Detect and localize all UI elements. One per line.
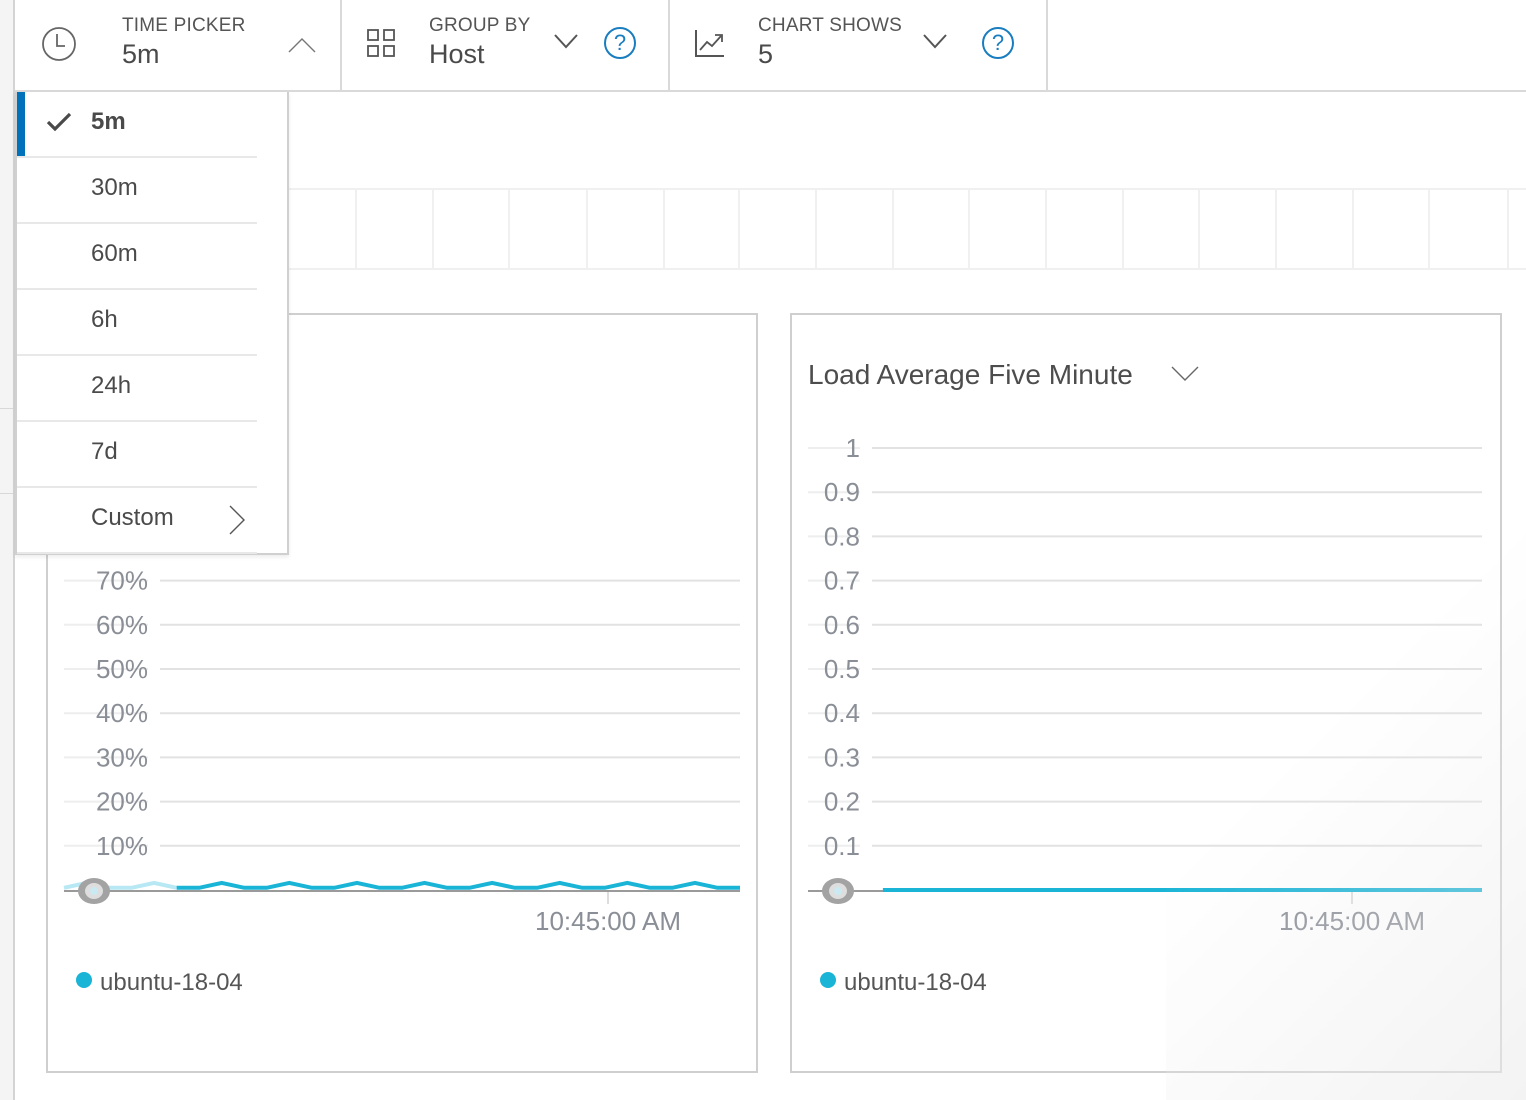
- x-tick-label: 10:45:00 AM: [535, 906, 681, 936]
- chevron-right-icon: [229, 505, 245, 535]
- group-by-label: GROUP BY: [429, 15, 531, 36]
- chevron-down-icon[interactable]: [553, 32, 579, 50]
- time-option-5m[interactable]: 5m: [17, 92, 257, 158]
- group-by-control[interactable]: GROUP BY Host ?: [342, 0, 670, 90]
- y-tick-label: 0.8: [824, 521, 860, 551]
- chart-shows-label: CHART SHOWS: [758, 15, 903, 36]
- time-option-7d[interactable]: 7d: [17, 422, 257, 488]
- legend-item[interactable]: ubuntu-18-04: [76, 969, 243, 997]
- y-tick-label: 60%: [96, 610, 148, 640]
- band-column-divider: [1428, 190, 1430, 268]
- chart-shows-value: 5: [758, 39, 774, 69]
- range-handle[interactable]: [822, 878, 854, 904]
- y-tick-label: 0.1: [824, 831, 860, 861]
- x-tick-label: 10:45:00 AM: [1279, 906, 1425, 936]
- y-tick-label: 1: [846, 433, 860, 463]
- band-column-divider: [1122, 190, 1124, 268]
- legend-dot: [76, 972, 92, 988]
- time-option-label: 30m: [91, 174, 138, 201]
- band-column-divider: [1507, 190, 1509, 268]
- y-tick-label: 20%: [96, 787, 148, 817]
- timeline-band: [280, 188, 1526, 270]
- y-tick-label: 0.4: [824, 698, 860, 728]
- chart-panel-load-average: Load Average Five Minute 0.1 0.2 0.3 0.4 0.5…: [790, 313, 1502, 1073]
- y-tick-label: 50%: [96, 654, 148, 684]
- left-rail: [0, 0, 15, 1100]
- range-handle[interactable]: [78, 878, 110, 904]
- legend-dot: [820, 972, 836, 988]
- y-tick-label: 40%: [96, 698, 148, 728]
- time-picker-control[interactable]: TIME PICKER 5m: [15, 0, 342, 90]
- time-option-label: 24h: [91, 372, 132, 399]
- band-column-divider: [1352, 190, 1354, 268]
- rail-divider: [0, 408, 13, 409]
- chart-load-average: 0.1 0.2 0.3 0.4 0.5 0.6 0.7 0.8 0.9 1 10:45:00 AM: [808, 433, 1482, 936]
- grid-icon: [367, 29, 395, 57]
- y-tick-label: 0.3: [824, 742, 860, 772]
- time-option-label: 5m: [91, 108, 126, 135]
- chevron-up-icon[interactable]: [287, 36, 317, 54]
- help-icon[interactable]: ?: [604, 27, 636, 59]
- band-column-divider: [738, 190, 740, 268]
- time-option-label: 60m: [91, 240, 138, 267]
- band-column-divider: [892, 190, 894, 268]
- y-tick-label: 10%: [96, 831, 148, 861]
- selected-indicator: [17, 92, 25, 156]
- time-picker-value: 5m: [122, 39, 160, 69]
- band-column-divider: [355, 190, 357, 268]
- y-tick-label: 70%: [96, 566, 148, 596]
- y-tick-label: 0.6: [824, 610, 860, 640]
- line-chart-icon: [695, 30, 724, 57]
- series-line: [176, 880, 740, 890]
- legend-label: ubuntu-18-04: [100, 969, 243, 996]
- chevron-down-icon[interactable]: [922, 32, 948, 50]
- time-option-24h[interactable]: 24h: [17, 356, 257, 422]
- band-column-divider: [508, 190, 510, 268]
- rail-divider: [0, 493, 13, 494]
- y-tick-label: 0.7: [824, 566, 860, 596]
- clock-icon: [42, 27, 76, 61]
- chart-shows-control[interactable]: CHART SHOWS 5 ?: [670, 0, 1048, 90]
- band-column-divider: [968, 190, 970, 268]
- band-column-divider: [586, 190, 588, 268]
- y-tick-label: 0.5: [824, 654, 860, 684]
- time-option-60m[interactable]: 60m: [17, 224, 257, 290]
- band-column-divider: [663, 190, 665, 268]
- group-by-value: Host: [429, 39, 485, 69]
- band-column-divider: [1045, 190, 1047, 268]
- help-icon[interactable]: ?: [982, 27, 1014, 59]
- time-option-label: Custom: [91, 504, 174, 531]
- checkmark-icon: [46, 112, 72, 132]
- toolbar: TIME PICKER 5m GROUP BY Host ? CHART SHO…: [15, 0, 1526, 92]
- y-tick-label: 30%: [96, 742, 148, 772]
- legend-label: ubuntu-18-04: [844, 969, 987, 996]
- time-option-label: 7d: [91, 438, 118, 465]
- legend-item[interactable]: ubuntu-18-04: [820, 969, 987, 997]
- time-option-label: 6h: [91, 306, 118, 333]
- time-option-custom[interactable]: Custom: [17, 488, 257, 554]
- time-picker-label: TIME PICKER: [122, 15, 246, 36]
- band-column-divider: [432, 190, 434, 268]
- band-column-divider: [1275, 190, 1277, 268]
- y-tick-label: 0.9: [824, 477, 860, 507]
- time-option-6h[interactable]: 6h: [17, 290, 257, 356]
- band-column-divider: [1198, 190, 1200, 268]
- time-picker-dropdown: 5m 30m 60m 6h 24h 7d Custom: [15, 92, 289, 555]
- y-tick-label: 0.2: [824, 787, 860, 817]
- time-option-30m[interactable]: 30m: [17, 158, 257, 224]
- band-column-divider: [815, 190, 817, 268]
